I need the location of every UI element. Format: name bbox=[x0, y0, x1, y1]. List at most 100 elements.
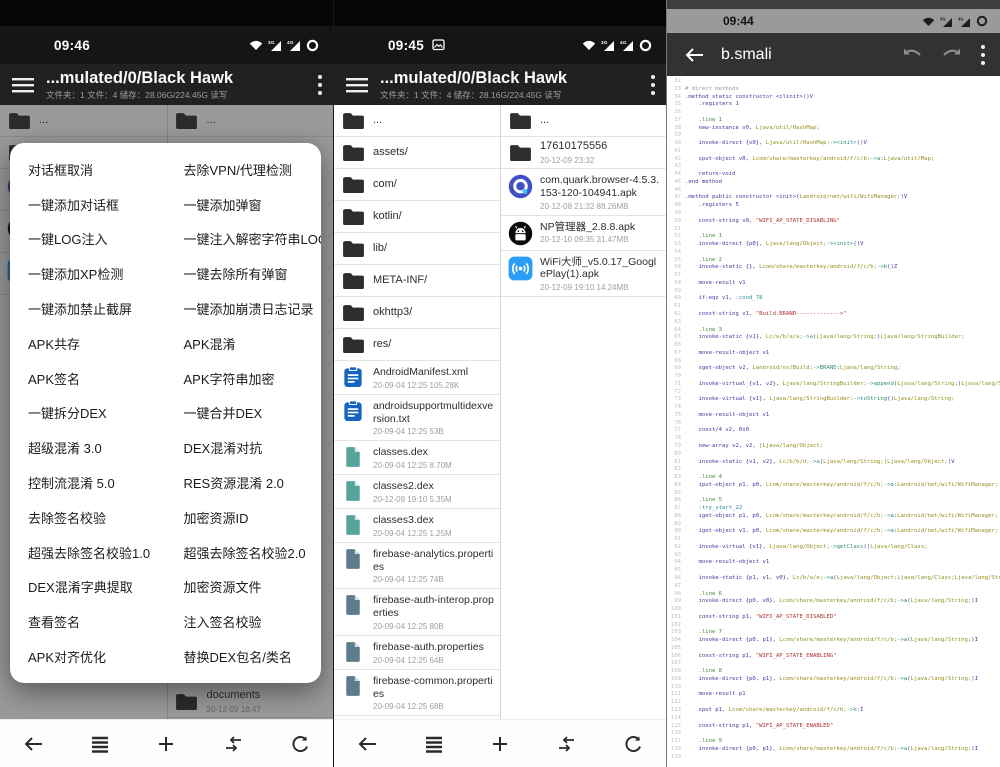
code-text bbox=[685, 373, 1000, 381]
menu-item[interactable]: 超强去除签名校验1.0 bbox=[28, 535, 166, 569]
code-text bbox=[685, 684, 1000, 692]
menu-item[interactable]: DEX混淆字典提取 bbox=[28, 570, 166, 604]
kebab-menu-icon[interactable] bbox=[650, 74, 656, 96]
refresh-icon[interactable] bbox=[289, 733, 311, 755]
dex-file-icon bbox=[344, 480, 362, 502]
file-row[interactable]: kotlin/ bbox=[334, 201, 500, 233]
top-black-strip bbox=[0, 0, 333, 26]
file-row[interactable]: assets/ bbox=[334, 137, 500, 169]
code-line: 98 .line 6 bbox=[667, 591, 1000, 599]
hamburger-menu-icon[interactable] bbox=[346, 77, 368, 93]
back-icon[interactable] bbox=[683, 44, 705, 66]
menu-item[interactable]: 一键LOG注入 bbox=[28, 222, 166, 256]
refresh-icon[interactable] bbox=[622, 733, 644, 755]
code-text: .line 9 bbox=[685, 738, 1000, 746]
menu-item[interactable]: RES资源混淆 2.0 bbox=[184, 466, 322, 500]
menu-item[interactable]: 一键添加崩溃日志记录 bbox=[184, 292, 322, 326]
code-line: 90 iget-object v1, p0, Lcom/share/master… bbox=[667, 528, 1000, 536]
kebab-menu-icon[interactable] bbox=[317, 74, 323, 96]
file-row[interactable]: 1761017555620-12-09 23:32 bbox=[501, 137, 666, 169]
file-row[interactable]: androidsupportmultidexversion.txt20-09-0… bbox=[334, 395, 500, 442]
menu-item[interactable]: 超强去除签名校验2.0 bbox=[184, 535, 322, 569]
file-row[interactable]: classes3.dex20-09-04 12:25 1.25M bbox=[334, 509, 500, 543]
back-icon[interactable] bbox=[356, 733, 378, 755]
back-icon[interactable] bbox=[22, 733, 44, 755]
menu-item[interactable]: 加密资源ID bbox=[184, 500, 322, 534]
menu-item[interactable]: 一键注入解密字符串LOG bbox=[184, 222, 322, 256]
transfer-icon[interactable] bbox=[222, 733, 244, 755]
file-row[interactable]: WiFi大师_v5.0.17_GooglePlay(1).apk20-12-09… bbox=[501, 251, 666, 298]
code-line: 74 bbox=[667, 404, 1000, 412]
file-row[interactable]: com/ bbox=[334, 169, 500, 201]
menu-item[interactable]: 一键拆分DEX bbox=[28, 396, 166, 430]
menu-item[interactable]: 一键添加XP检测 bbox=[28, 257, 166, 291]
code-text: :try_start_22 bbox=[685, 505, 1000, 513]
file-row[interactable]: META-INF/ bbox=[334, 265, 500, 297]
menu-item[interactable]: 去除签名校验 bbox=[28, 500, 166, 534]
file-row[interactable]: AndroidManifest.xml20-09-04 12:25 105.28… bbox=[334, 361, 500, 395]
code-line: 52 .line 1 bbox=[667, 233, 1000, 241]
menu-item[interactable]: 控制流混淆 5.0 bbox=[28, 466, 166, 500]
menu-item[interactable]: 对话框取消 bbox=[28, 152, 166, 186]
file-row[interactable]: ... bbox=[334, 105, 500, 137]
menu-item[interactable]: DEX混淆对抗 bbox=[184, 431, 322, 465]
undo-icon[interactable] bbox=[900, 45, 924, 65]
file-row[interactable]: lib/ bbox=[334, 233, 500, 265]
menu-item[interactable]: APK签名 bbox=[28, 361, 166, 395]
file-row[interactable]: firebase-analytics.properties20-09-04 12… bbox=[334, 543, 500, 590]
menu-item[interactable]: 注入签名校验 bbox=[184, 605, 322, 639]
list-icon[interactable] bbox=[423, 733, 445, 755]
add-icon[interactable] bbox=[155, 733, 177, 755]
line-number: 40 bbox=[667, 140, 685, 148]
file-row[interactable]: ... bbox=[501, 105, 666, 137]
line-number: 108 bbox=[667, 668, 685, 676]
list-icon[interactable] bbox=[89, 733, 111, 755]
code-line: 103 .line 7 bbox=[667, 629, 1000, 637]
app-bar: ...mulated/0/Black Hawk 文件夹：1 文件：4 储存：28… bbox=[334, 64, 666, 105]
menu-item[interactable]: APK对齐优化 bbox=[28, 640, 166, 674]
menu-item[interactable]: 一键添加对话框 bbox=[28, 187, 166, 221]
file-row[interactable]: classes.dex20-09-04 12:25 8.70M bbox=[334, 441, 500, 475]
menu-item[interactable]: 替换DEX包名/类名 bbox=[184, 640, 322, 674]
menu-item[interactable]: 加密资源文件 bbox=[184, 570, 322, 604]
code-text bbox=[685, 288, 1000, 296]
line-number: 85 bbox=[667, 490, 685, 498]
file-row[interactable]: NP管理器_2.8.8.apk20-12-10 09:35 31.47MB bbox=[501, 216, 666, 251]
code-line: 55 .line 2 bbox=[667, 257, 1000, 265]
line-number: 47 bbox=[667, 194, 685, 202]
code-editor[interactable]: 3233# direct methods34.method static con… bbox=[667, 76, 1000, 767]
file-row[interactable]: com.quark.browser-4.5.3.153-120-104941.a… bbox=[501, 169, 666, 216]
file-row[interactable]: firebase-common.properties20-09-04 12:25… bbox=[334, 670, 500, 717]
menu-item[interactable]: 一键合并DEX bbox=[184, 396, 322, 430]
menu-item[interactable]: APK共存 bbox=[28, 326, 166, 360]
kebab-menu-icon[interactable] bbox=[980, 44, 986, 66]
menu-item[interactable]: APK混淆 bbox=[184, 326, 322, 360]
hamburger-menu-icon[interactable] bbox=[12, 77, 34, 93]
file-row[interactable]: firebase-auth.properties20-09-04 12:25 6… bbox=[334, 636, 500, 670]
menu-item[interactable]: 查看签名 bbox=[28, 605, 166, 639]
code-text: invoke-direct {p0, p1}, Lcom/share/maste… bbox=[685, 637, 1000, 645]
transfer-icon[interactable] bbox=[555, 733, 577, 755]
wifi-icon bbox=[582, 39, 596, 51]
file-info: com.quark.browser-4.5.3.153-120-104941.a… bbox=[540, 174, 660, 211]
code-text bbox=[685, 272, 1000, 280]
redo-icon[interactable] bbox=[940, 45, 964, 65]
menu-item[interactable]: 一键添加禁止截屏 bbox=[28, 292, 166, 326]
line-number: 110 bbox=[667, 684, 685, 692]
add-icon[interactable] bbox=[489, 733, 511, 755]
menu-item[interactable]: 一键去除所有弹窗 bbox=[184, 257, 322, 291]
menu-item[interactable]: 去除VPN/代理检测 bbox=[184, 152, 322, 186]
file-row[interactable]: okhttp3/ bbox=[334, 297, 500, 329]
code-text: new-array v2, v2, [Ljava/lang/Object; bbox=[685, 443, 1000, 451]
svg-text:3G: 3G bbox=[940, 16, 946, 21]
menu-item[interactable]: 超级混淆 3.0 bbox=[28, 431, 166, 465]
file-row[interactable]: firebase-auth-interop.properties20-09-04… bbox=[334, 589, 500, 636]
panel-file-manager-menu: 09:46 3G 4G ...mulated/0/Black Hawk 文件夹：… bbox=[0, 0, 333, 767]
file-row[interactable]: classes2.dex20-12-09 19:10 5.35M bbox=[334, 475, 500, 509]
code-line: 40 invoke-direct {v0}, Ljava/util/HashMa… bbox=[667, 140, 1000, 148]
file-row[interactable]: res/ bbox=[334, 329, 500, 361]
menu-item[interactable]: 一键添加弹窗 bbox=[184, 187, 322, 221]
code-line: 107 bbox=[667, 660, 1000, 668]
top-gray-strip bbox=[667, 0, 1000, 9]
menu-item[interactable]: APK字符串加密 bbox=[184, 361, 322, 395]
